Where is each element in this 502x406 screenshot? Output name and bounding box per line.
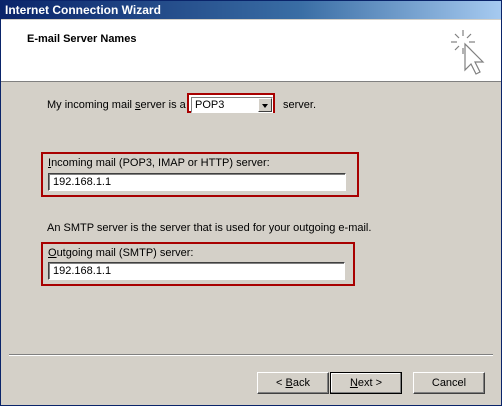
incoming-type-value: POP3 xyxy=(195,99,225,111)
outgoing-server-label: Outgoing mail (SMTP) server: xyxy=(48,247,194,259)
smtp-description: An SMTP server is the server that is use… xyxy=(47,222,372,234)
label-part: ncoming mail (POP3, IMAP or HTTP) server… xyxy=(51,157,270,169)
incoming-server-label: Incoming mail (POP3, IMAP or HTTP) serve… xyxy=(48,157,270,169)
dropdown-arrow-icon[interactable] xyxy=(258,98,272,112)
server-suffix-label: server. xyxy=(283,99,317,111)
page-heading: E-mail Server Names xyxy=(27,33,137,45)
incoming-type-select[interactable]: POP3 xyxy=(191,97,273,113)
button-text: < xyxy=(276,377,286,389)
button-text: ack xyxy=(292,377,310,389)
back-button[interactable]: < Back xyxy=(257,372,329,394)
label-part: utgoing mail (SMTP) server: xyxy=(56,247,194,259)
outgoing-server-input[interactable]: 192.168.1.1 xyxy=(48,262,345,280)
cancel-button[interactable]: Cancel xyxy=(413,372,485,394)
incoming-type-label: My incoming mail server is a xyxy=(47,99,186,111)
incoming-server-input[interactable]: 192.168.1.1 xyxy=(48,173,346,191)
wizard-window: Internet Connection Wizard E-mail Server… xyxy=(0,0,502,406)
wizard-header: E-mail Server Names xyxy=(1,20,501,82)
title-bar[interactable]: Internet Connection Wizard xyxy=(1,1,501,19)
outgoing-server-group: Outgoing mail (SMTP) server: 192.168.1.1 xyxy=(41,242,355,286)
button-divider xyxy=(9,354,493,356)
incoming-server-group: Incoming mail (POP3, IMAP or HTTP) serve… xyxy=(41,152,359,197)
accelerator-key: B xyxy=(285,377,293,389)
label-part: My incoming mail xyxy=(47,99,136,111)
incoming-type-highlight: POP3 xyxy=(187,93,275,113)
label-part: erver is a xyxy=(140,99,186,111)
window-title: Internet Connection Wizard xyxy=(5,3,161,17)
accelerator-key: O xyxy=(48,247,57,259)
accelerator-key: N xyxy=(349,377,358,389)
wizard-cursor-sparkle-icon xyxy=(451,30,485,75)
button-text: ext > xyxy=(357,377,383,389)
next-button[interactable]: Next > xyxy=(330,372,402,394)
